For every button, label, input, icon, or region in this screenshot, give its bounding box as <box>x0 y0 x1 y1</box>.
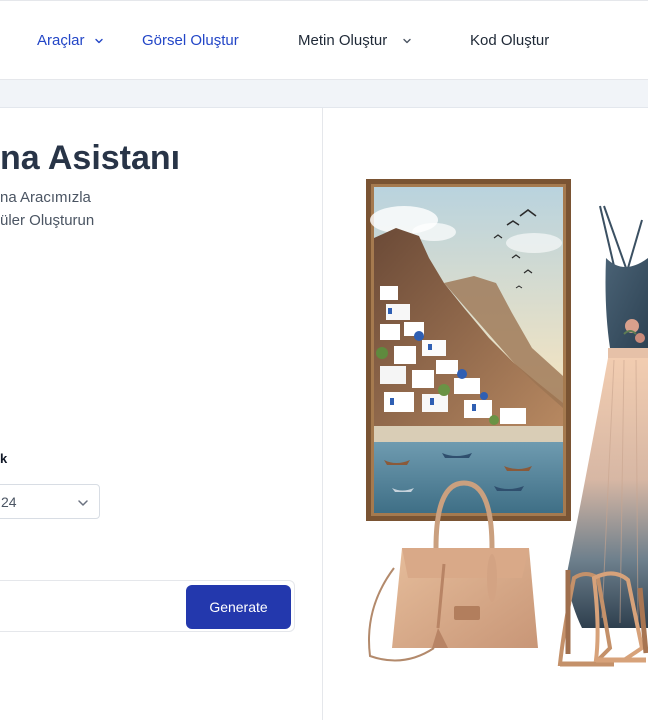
top-navbar: Araçlar Görsel Oluştur Metin Oluştur Kod… <box>0 1 648 80</box>
nav-item-araclar[interactable]: Araçlar <box>37 31 105 51</box>
nav-item-gorsel-olustur[interactable]: Görsel Oluştur <box>142 31 239 51</box>
nav-item-label: Kod Oluştur <box>470 32 550 49</box>
nav-item-label: Metin Oluştur <box>298 32 388 49</box>
header-band <box>0 80 648 108</box>
prompt-input[interactable] <box>0 581 171 631</box>
field-label: k <box>0 451 8 466</box>
chevron-down-icon <box>93 35 105 47</box>
nav-item-metin-olustur[interactable]: Metin Oluştur <box>298 31 413 51</box>
prompt-bar: Generate <box>0 580 295 632</box>
page-subtitle-line2: üler Oluşturun <box>0 212 95 229</box>
chevron-down-icon <box>401 35 413 47</box>
chevron-down-icon <box>76 496 90 510</box>
nav-item-label: Araçlar <box>37 32 85 49</box>
nav-item-label: Görsel Oluştur <box>142 32 239 49</box>
nav-item-kod-olustur[interactable]: Kod Oluştur <box>470 31 549 51</box>
page-title: na Asistanı <box>0 139 181 177</box>
count-select[interactable]: 24 <box>0 484 100 519</box>
page-subtitle-line1: na Aracımızla <box>0 189 91 206</box>
generate-button[interactable]: Generate <box>186 585 291 629</box>
tool-form-panel: na Asistanı na Aracımızla üler Oluşturun… <box>0 108 323 720</box>
select-value: 24 <box>1 494 17 510</box>
preview-panel <box>324 108 648 720</box>
generated-fashion-image <box>366 179 648 667</box>
